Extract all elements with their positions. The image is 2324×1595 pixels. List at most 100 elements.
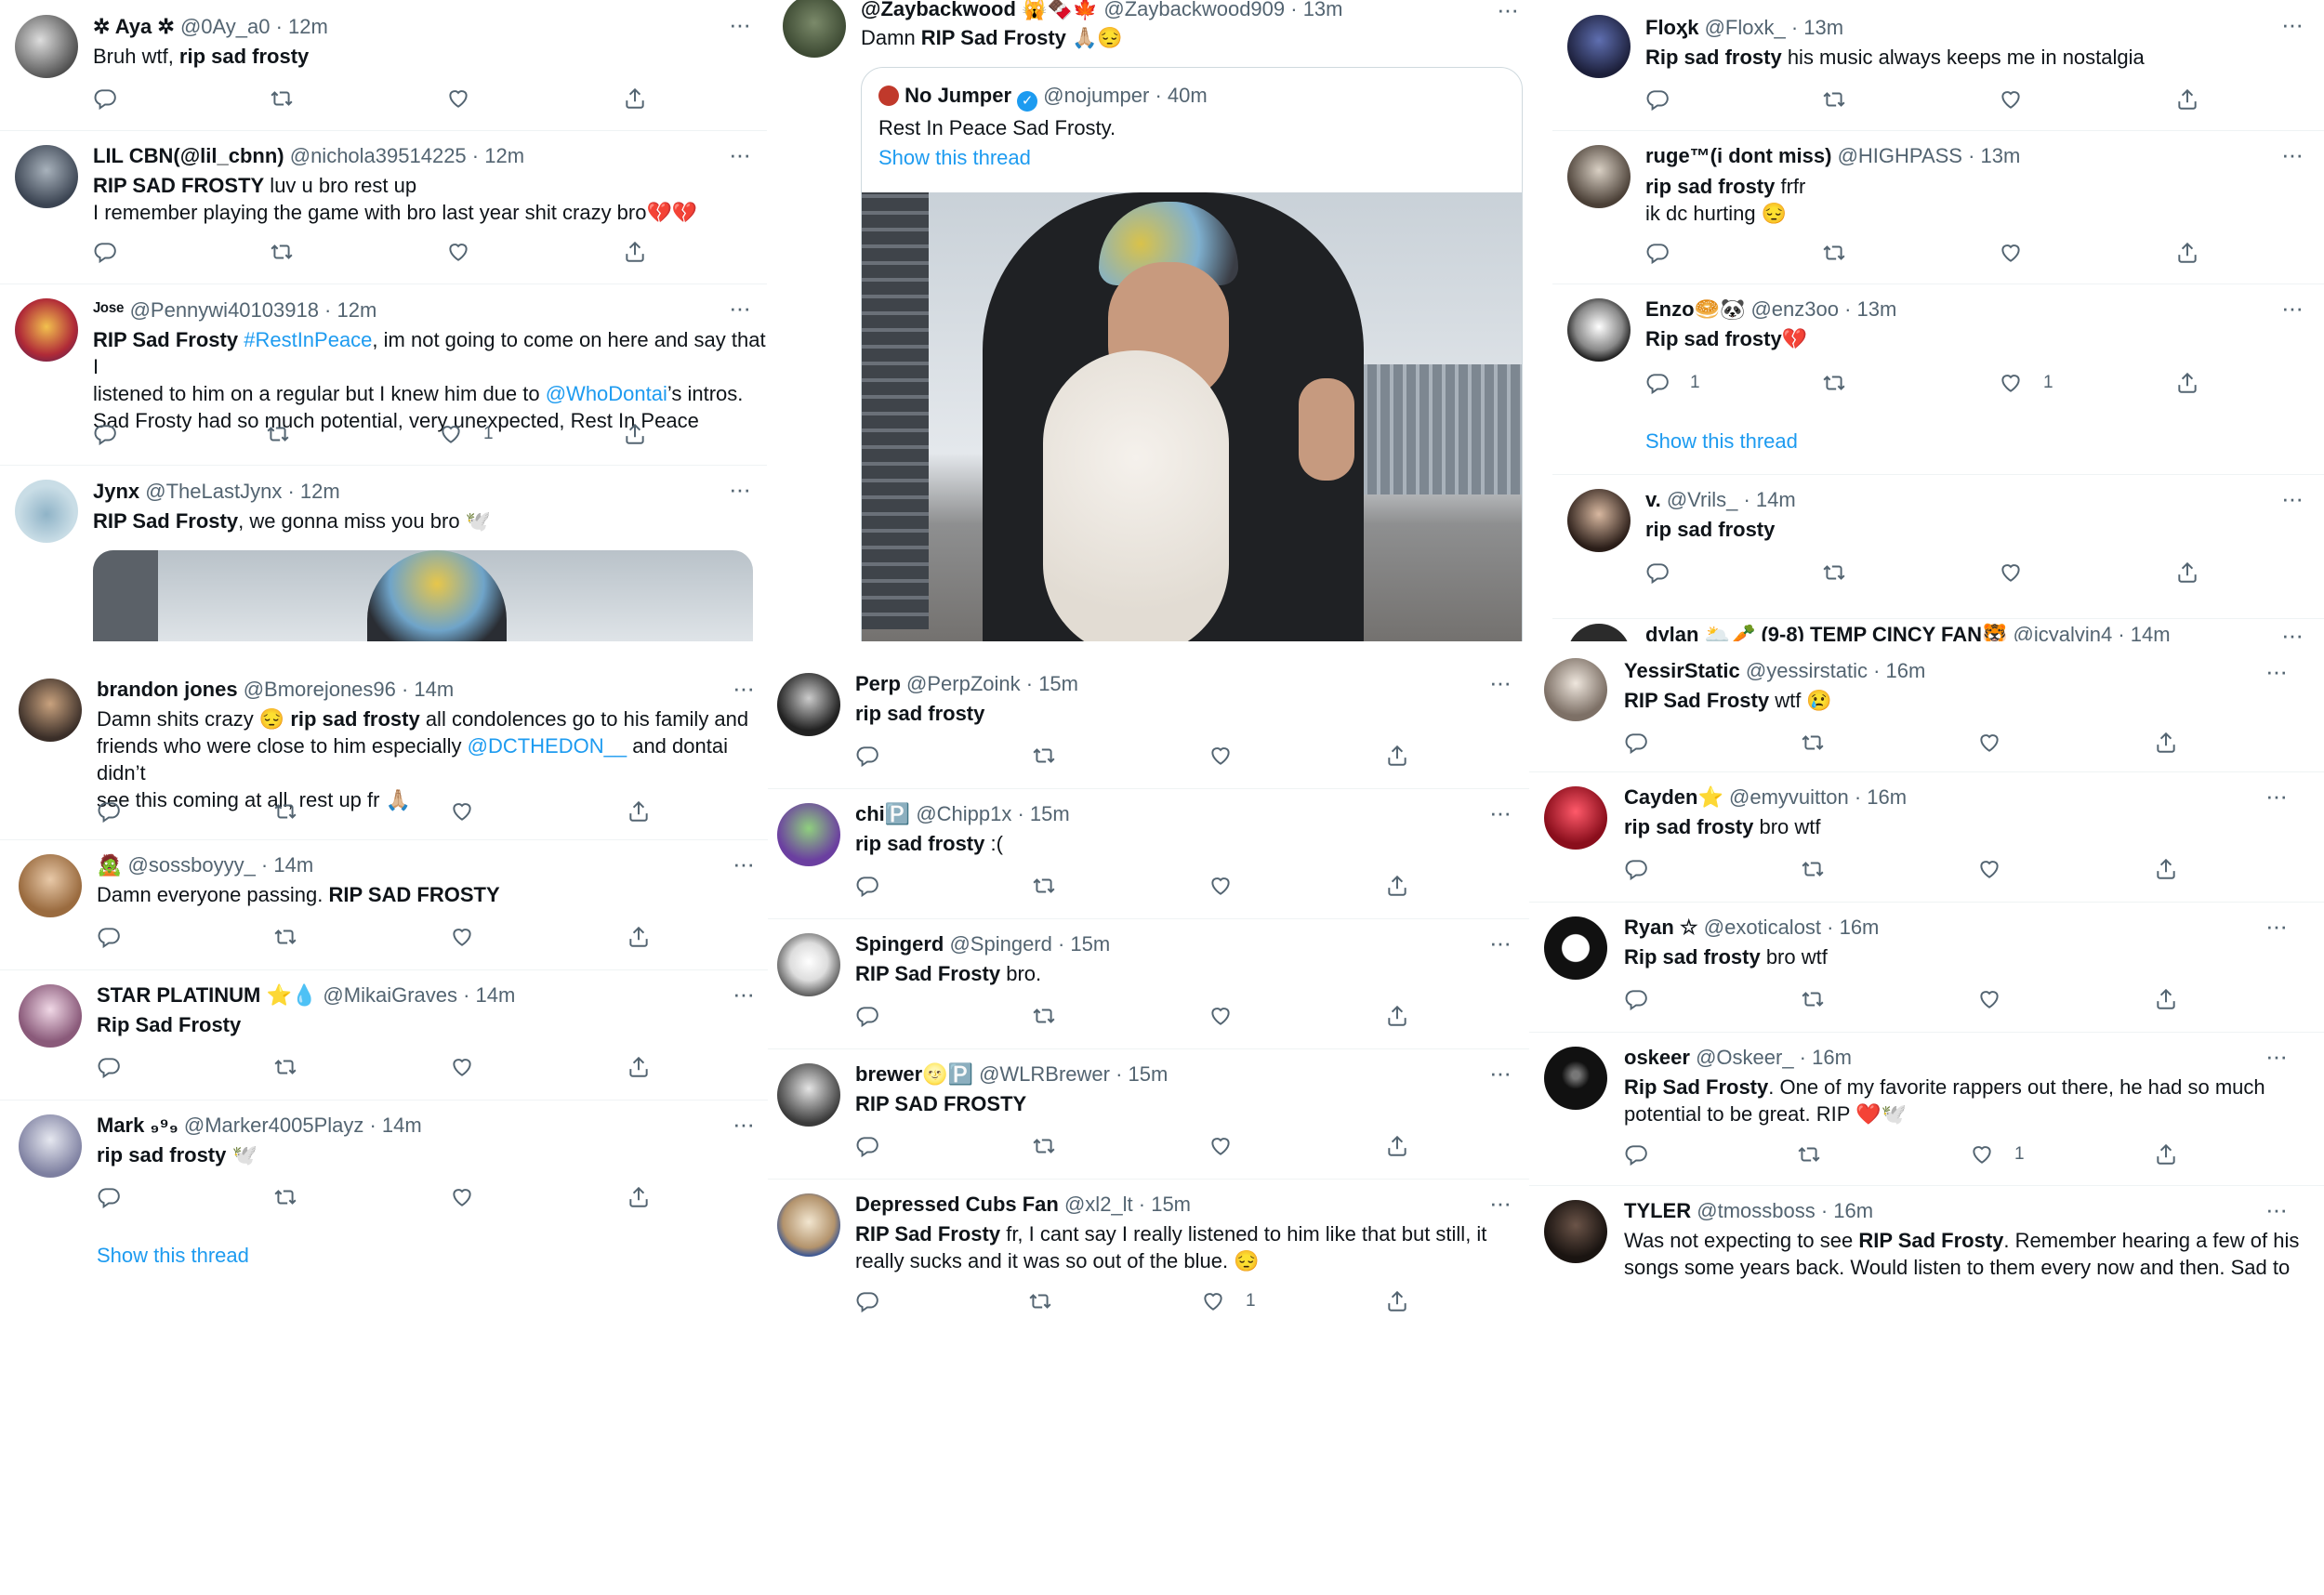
heart-icon[interactable] (1208, 1130, 1233, 1162)
tweet[interactable]: ᴶᵒˢᵉ @Pennywi40103918 · 12m ··· RIP Sad … (0, 283, 767, 466)
share-icon[interactable] (627, 1051, 651, 1083)
share-icon[interactable] (627, 1181, 651, 1213)
share-icon[interactable] (627, 796, 651, 827)
retweet-icon[interactable] (1797, 1139, 1821, 1170)
handle[interactable]: @xl2_lt · 15m (1064, 1193, 1191, 1216)
retweet-icon[interactable] (1032, 1000, 1056, 1032)
mention-link[interactable]: @DCTHEDON__ (468, 734, 627, 758)
share-icon[interactable] (1385, 1285, 1409, 1317)
handle[interactable]: @Floxk_ · 13m (1705, 16, 1843, 39)
avatar[interactable] (1567, 624, 1631, 641)
reply-icon[interactable] (855, 740, 879, 771)
reply-icon[interactable] (855, 870, 879, 902)
quoted-display-name[interactable]: No Jumper (905, 84, 1011, 107)
more-icon[interactable]: ··· (2281, 142, 2304, 166)
handle[interactable]: @sossboyyy_ · 14m (128, 853, 314, 877)
display-name[interactable]: ✲ Aya ✲ (93, 15, 175, 38)
more-icon[interactable]: ··· (2265, 914, 2288, 938)
hashtag-link[interactable]: #RestInPeace (244, 328, 372, 351)
reply-icon[interactable] (855, 1285, 879, 1317)
avatar[interactable] (777, 1063, 840, 1127)
avatar[interactable] (1544, 786, 1607, 850)
retweet-icon[interactable] (1801, 853, 1825, 885)
retweet-icon[interactable] (1801, 983, 1825, 1015)
display-name[interactable]: Cayden⭐ (1624, 785, 1723, 809)
share-icon[interactable] (2154, 727, 2178, 758)
heart-icon[interactable] (446, 83, 470, 114)
quoted-photo[interactable] (862, 192, 1522, 641)
display-name[interactable]: oskeer (1624, 1046, 1690, 1069)
quoted-tweet[interactable]: No Jumper ✓ @nojumper · 40m Rest In Peac… (861, 67, 1523, 641)
display-name[interactable]: @Zaybackwood 🙀🍫🍁 (861, 0, 1098, 20)
tweet[interactable]: ✲ Aya ✲ @0Ay_a0 · 12m ··· Bruh wtf, rip … (0, 0, 767, 131)
reply-icon[interactable] (855, 1130, 879, 1162)
share-icon[interactable] (2154, 1139, 2178, 1170)
avatar[interactable] (783, 0, 846, 58)
share-icon[interactable] (1385, 870, 1409, 902)
show-thread-link[interactable]: Show this thread (1645, 429, 1798, 454)
handle[interactable]: @Chipp1x · 15m (916, 802, 1069, 825)
display-name[interactable]: STAR PLATINUM ⭐💧 (97, 983, 317, 1007)
display-name[interactable]: Spingerd (855, 932, 944, 956)
display-name[interactable]: v. (1645, 488, 1661, 511)
display-name[interactable]: Ryan ☆ (1624, 916, 1698, 939)
more-icon[interactable]: ··· (2265, 1197, 2288, 1221)
handle[interactable]: @Pennywi40103918 · 12m (130, 298, 377, 322)
more-icon[interactable]: ··· (1497, 0, 1519, 21)
tweet-photo[interactable] (93, 550, 753, 641)
more-icon[interactable]: ··· (729, 296, 751, 320)
tweet[interactable]: Enzo🥯🐼 @enz3oo · 13m ··· Rip sad frosty💔… (1552, 283, 2324, 475)
reply-icon[interactable]: 1 (1645, 367, 1700, 399)
display-name[interactable]: chi🅿️ (855, 802, 910, 825)
heart-icon[interactable] (1977, 853, 2001, 885)
avatar[interactable] (15, 145, 78, 208)
avatar[interactable] (1567, 145, 1631, 208)
avatar[interactable] (1567, 298, 1631, 362)
share-icon[interactable] (1385, 1000, 1409, 1032)
reply-icon[interactable] (97, 1051, 121, 1083)
handle[interactable]: @Marker4005Playz · 14m (184, 1114, 422, 1137)
handle[interactable]: @icyalvin4 · 14m (2014, 623, 2171, 641)
reply-icon[interactable] (97, 1181, 121, 1213)
avatar[interactable] (777, 803, 840, 866)
share-icon[interactable] (2154, 853, 2178, 885)
share-icon[interactable] (2154, 983, 2178, 1015)
avatar[interactable] (1544, 916, 1607, 980)
show-thread-link[interactable]: Show this thread (97, 1244, 249, 1268)
retweet-icon[interactable] (1822, 367, 1846, 399)
tweet[interactable]: Depressed Cubs Fan @xl2_lt · 15m ··· RIP… (768, 1179, 1539, 1327)
tweet[interactable]: dylan 🌥️🥕 (9-8) TEMP CINCY FAN🐯 @icyalvi… (1552, 618, 2324, 641)
avatar[interactable] (1567, 489, 1631, 552)
tweet[interactable]: oskeer @Oskeer_ · 16m ··· Rip Sad Frosty… (1529, 1032, 2324, 1186)
retweet-icon[interactable] (273, 1051, 297, 1083)
share-icon[interactable] (2175, 84, 2199, 115)
heart-icon[interactable] (446, 236, 470, 268)
more-icon[interactable]: ··· (1489, 670, 1512, 694)
display-name[interactable]: Jynx (93, 480, 139, 503)
tweet[interactable]: Perp @PerpZoink · 15m ··· rip sad frosty (768, 658, 1539, 789)
more-icon[interactable]: ··· (1489, 1061, 1512, 1085)
handle[interactable]: @PerpZoink · 15m (906, 672, 1078, 695)
display-name[interactable]: ruge™(i dont miss) (1645, 144, 1831, 167)
handle[interactable]: @tmossboss · 16m (1697, 1199, 1873, 1222)
retweet-icon[interactable] (270, 83, 294, 114)
avatar[interactable] (777, 673, 840, 736)
heart-icon[interactable] (1999, 84, 2023, 115)
tweet[interactable]: Cayden⭐ @emyvuitton · 16m ··· rip sad fr… (1529, 771, 2324, 903)
retweet-icon[interactable] (1801, 727, 1825, 758)
heart-icon[interactable]: 1 (1201, 1285, 1256, 1317)
retweet-icon[interactable] (266, 418, 290, 450)
heart-icon[interactable] (1999, 557, 2023, 588)
avatar[interactable] (19, 984, 82, 1048)
handle[interactable]: @Zaybackwood909 · 13m (1103, 0, 1342, 20)
tweet[interactable]: Floӽk @Floxk_ · 13m ··· Rip sad frosty h… (1552, 0, 2324, 131)
more-icon[interactable]: ··· (2281, 12, 2304, 36)
more-icon[interactable]: ··· (729, 477, 751, 501)
avatar[interactable] (19, 1114, 82, 1178)
tweet[interactable]: brewer🌝🅿️ @WLRBrewer · 15m ··· RIP SAD F… (768, 1048, 1539, 1180)
heart-icon[interactable] (450, 796, 474, 827)
heart-icon[interactable]: 1 (439, 418, 494, 450)
tweet[interactable]: TYLER @tmossboss · 16m ··· Was not expec… (1529, 1185, 2324, 1292)
reply-icon[interactable] (855, 1000, 879, 1032)
quoted-handle[interactable]: @nojumper · 40m (1043, 84, 1207, 107)
